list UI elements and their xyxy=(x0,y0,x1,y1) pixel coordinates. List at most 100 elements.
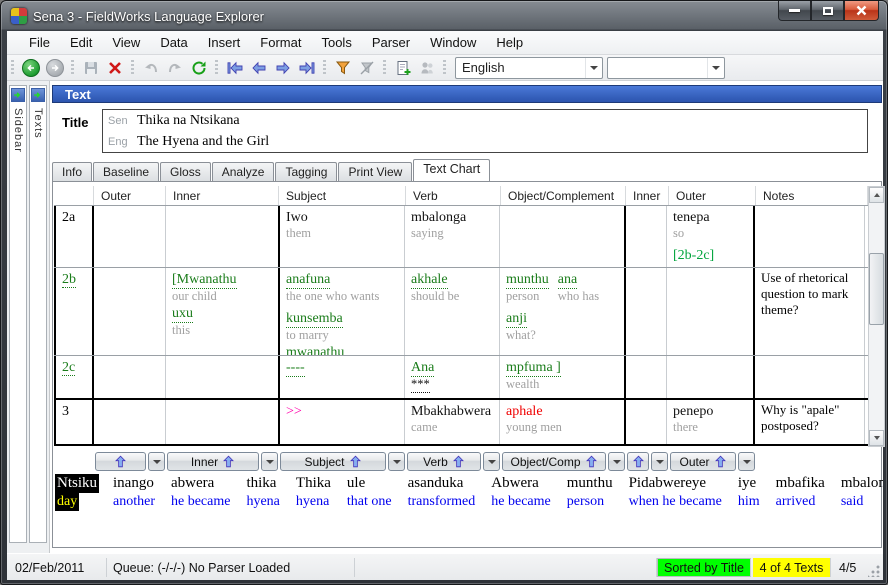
first-record-button[interactable] xyxy=(223,57,247,79)
chart-word[interactable]: [Mwanathuour child xyxy=(172,270,237,304)
undo-button[interactable] xyxy=(139,57,163,79)
collapsed-panel-texts[interactable]: Texts xyxy=(29,85,47,543)
ribbon-word[interactable]: munthuperson xyxy=(565,474,615,511)
menu-view[interactable]: View xyxy=(102,32,150,53)
move-menu-button-inner1[interactable] xyxy=(261,452,278,471)
menu-edit[interactable]: Edit xyxy=(60,32,102,53)
writing-system-select[interactable]: English xyxy=(455,57,603,79)
chart-word[interactable]: uxuthis xyxy=(172,304,193,338)
titlebar[interactable]: Sena 3 - FieldWorks Language Explorer xyxy=(1,1,887,31)
no-filter-button[interactable] xyxy=(355,57,379,79)
menu-format[interactable]: Format xyxy=(250,32,311,53)
filter-button[interactable] xyxy=(331,57,355,79)
chart-word[interactable]: >> xyxy=(286,402,302,420)
cell-2c-objcomp[interactable]: mpfuma ]wealth xyxy=(500,356,625,398)
cell-2c-verb[interactable]: Ana*** xyxy=(405,356,500,398)
ribbon-word[interactable]: iyehim xyxy=(736,474,762,511)
cell-2c-inner1[interactable] xyxy=(166,356,279,398)
back-button[interactable] xyxy=(19,57,43,79)
cell-2b-verb[interactable]: akhaleshould be xyxy=(405,268,500,355)
tab-print-view[interactable]: Print View xyxy=(338,162,412,181)
ribbon-word[interactable]: mbafikaarrived xyxy=(774,474,827,511)
minimize-button[interactable] xyxy=(778,1,811,21)
tab-text-chart[interactable]: Text Chart xyxy=(413,159,490,181)
forward-button[interactable] xyxy=(43,57,67,79)
cell-2a-subject[interactable]: Iwothem xyxy=(278,206,405,267)
cell-2a-outer2[interactable]: tenepaso [2b-2c] xyxy=(667,206,754,267)
column-header-verb[interactable]: Verb xyxy=(406,186,501,205)
cell-3-objcomp[interactable]: aphaleyoung men xyxy=(500,400,625,444)
chart-word[interactable]: akhaleshould be xyxy=(411,270,459,304)
cell-2c-outer2[interactable] xyxy=(667,356,754,398)
chart-word[interactable]: mwanathu xyxy=(286,343,344,355)
insert-text-button[interactable] xyxy=(391,57,415,79)
style-select-dropdown-button[interactable] xyxy=(707,58,724,78)
cell-2c-outer1[interactable] xyxy=(94,356,166,398)
move-up-button-objcomp[interactable]: Object/Comp xyxy=(502,452,606,471)
resize-grip[interactable] xyxy=(868,565,880,577)
chart-word[interactable]: [2b-2c] xyxy=(673,246,714,264)
cell-2a-outer1[interactable] xyxy=(94,206,166,267)
ribbon-word[interactable]: ulethat one xyxy=(345,474,394,511)
cell-3-inner2[interactable] xyxy=(624,400,667,444)
redo-button[interactable] xyxy=(163,57,187,79)
chart-word[interactable]: Iwothem xyxy=(286,208,311,241)
move-menu-button-objcomp[interactable] xyxy=(608,452,625,471)
writing-system-select-dropdown-button[interactable] xyxy=(585,58,602,78)
menu-parser[interactable]: Parser xyxy=(362,32,420,53)
title-text-eng[interactable]: The Hyena and the Girl xyxy=(137,134,269,150)
scroll-down-button[interactable] xyxy=(869,430,884,446)
cell-2b-outer2[interactable] xyxy=(667,268,754,355)
column-header-outer2[interactable]: Outer xyxy=(669,186,756,205)
delete-button[interactable] xyxy=(103,57,127,79)
cell-2b-inner1[interactable]: [Mwanathuour childuxuthis xyxy=(166,268,279,355)
cell-2a-inner2[interactable] xyxy=(624,206,667,267)
tab-gloss[interactable]: Gloss xyxy=(160,162,211,181)
cell-2a-inner1[interactable] xyxy=(166,206,279,267)
tab-analyze[interactable]: Analyze xyxy=(212,162,275,181)
menu-help[interactable]: Help xyxy=(486,32,533,53)
chart-word[interactable]: anawho has xyxy=(558,270,599,304)
cell-2b-notes[interactable]: Use of rhetorical question to mark theme… xyxy=(753,268,865,355)
column-header-objcomp[interactable]: Object/Complement xyxy=(501,186,626,205)
cell-2c-rowlabel[interactable]: 2c xyxy=(54,356,94,398)
find-lexical-entries-button[interactable] xyxy=(415,57,439,79)
open-panel-button[interactable] xyxy=(11,88,25,102)
style-select[interactable] xyxy=(607,57,725,79)
tab-tagging[interactable]: Tagging xyxy=(275,162,337,181)
save-button[interactable] xyxy=(79,57,103,79)
menu-data[interactable]: Data xyxy=(150,32,197,53)
open-panel-button[interactable] xyxy=(31,88,45,102)
column-header-rowlabel[interactable] xyxy=(54,186,94,205)
chart-word[interactable]: Ana*** xyxy=(411,358,434,393)
move-up-button-verb[interactable]: Verb xyxy=(407,452,481,471)
cell-3-subject[interactable]: >> xyxy=(278,400,405,444)
move-up-button-subject[interactable]: Subject xyxy=(280,452,386,471)
chart-word[interactable]: tenepaso xyxy=(673,208,710,241)
previous-record-button[interactable] xyxy=(247,57,271,79)
chart-word[interactable]: penepothere xyxy=(673,402,713,435)
ribbon-word[interactable]: Pidabwereyewhen he became xyxy=(627,474,724,511)
move-up-button-outer1[interactable] xyxy=(95,452,146,471)
tab-baseline[interactable]: Baseline xyxy=(93,162,159,181)
title-row-eng[interactable]: EngThe Hyena and the Girl xyxy=(103,131,867,152)
cell-2b-rowlabel[interactable]: 2b xyxy=(54,268,94,355)
chart-word[interactable]: Mbakhabweracame xyxy=(411,402,491,435)
refresh-button[interactable] xyxy=(187,57,211,79)
chart-word[interactable]: anafunathe one who wants xyxy=(286,270,379,304)
move-menu-button-verb[interactable] xyxy=(483,452,500,471)
ribbon-word[interactable]: abwerahe became xyxy=(169,474,232,511)
chart-word[interactable]: mbalongasaying xyxy=(411,208,466,241)
move-menu-button-outer1[interactable] xyxy=(148,452,165,471)
cell-2a-objcomp[interactable] xyxy=(500,206,625,267)
column-header-inner1[interactable]: Inner xyxy=(166,186,279,205)
maximize-button[interactable] xyxy=(811,1,844,21)
cell-2c-subject[interactable]: ---- xyxy=(278,356,405,398)
move-up-button-inner1[interactable]: Inner xyxy=(167,452,259,471)
cell-3-inner1[interactable] xyxy=(166,400,279,444)
menu-file[interactable]: File xyxy=(19,32,60,53)
cell-3-notes[interactable]: Why is "apale" postposed? xyxy=(753,400,865,444)
collapsed-panel-sidebar[interactable]: Sidebar xyxy=(9,85,27,543)
column-header-subject[interactable]: Subject xyxy=(279,186,406,205)
cell-2b-inner2[interactable] xyxy=(624,268,667,355)
